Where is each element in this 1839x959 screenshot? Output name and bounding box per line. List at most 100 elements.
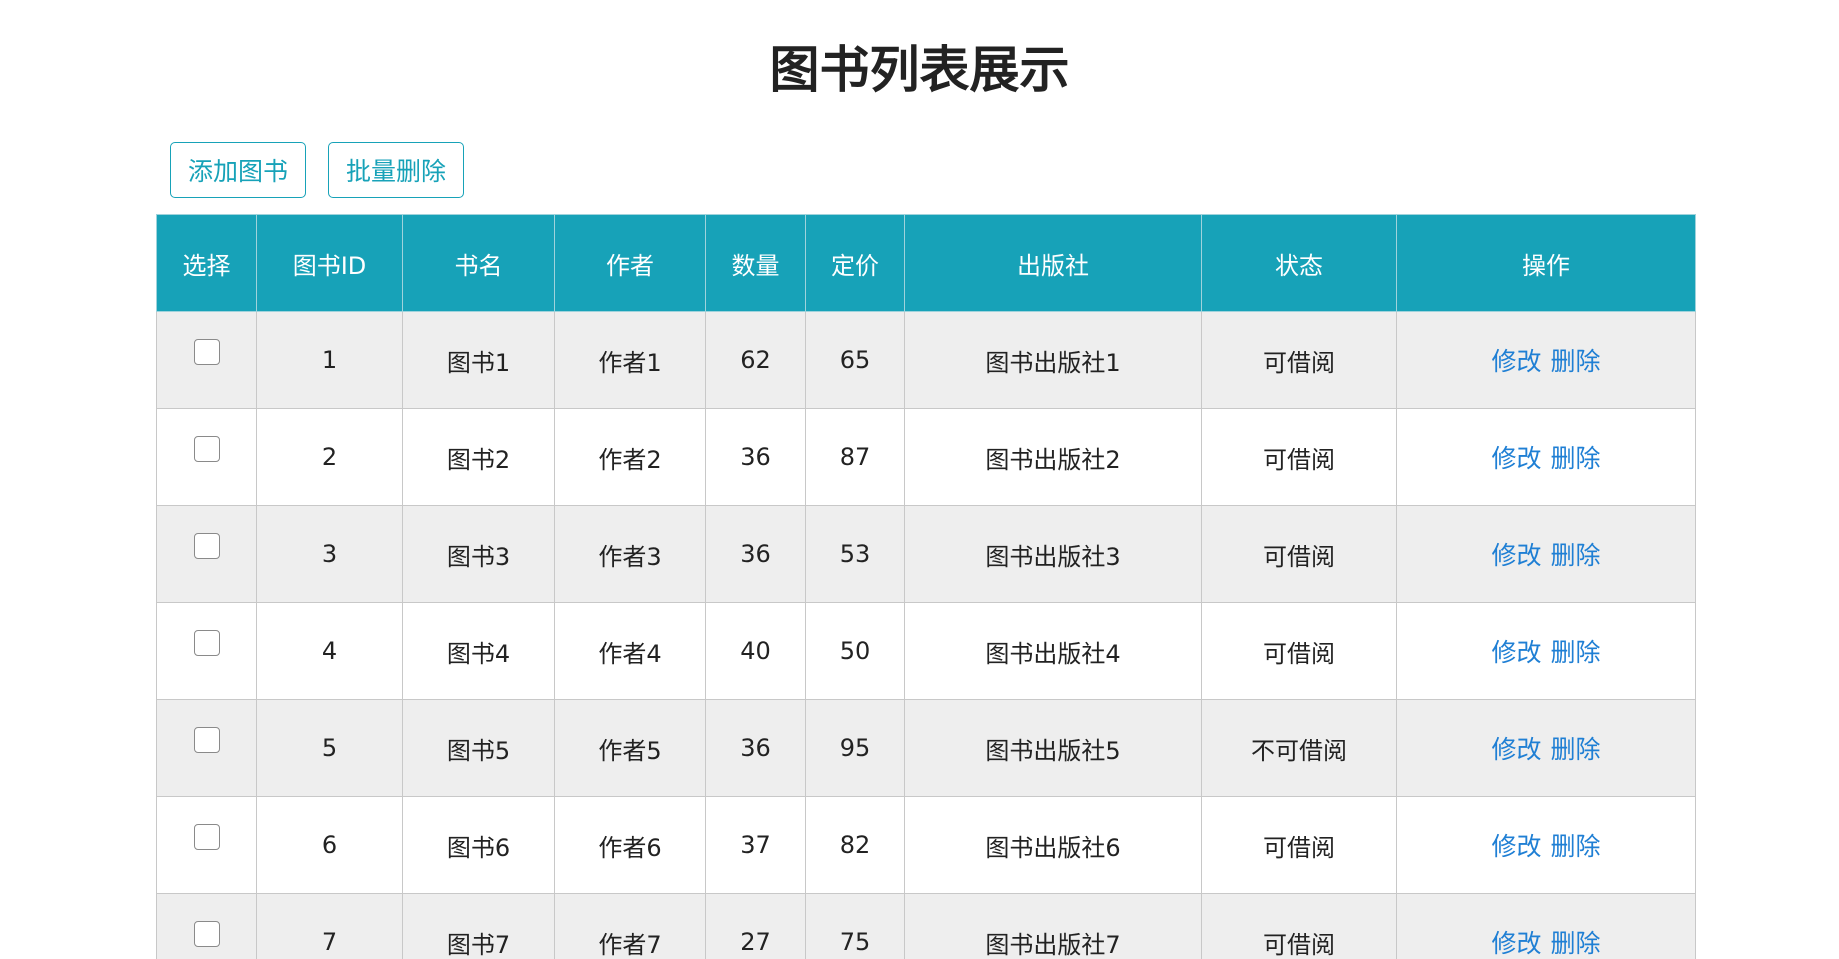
delete-link[interactable]: 删除 xyxy=(1551,638,1601,667)
row-checkbox[interactable] xyxy=(193,727,220,753)
cell-actions: 修改 删除 xyxy=(1396,796,1696,894)
table-row: 3 图书3 作者3 36 53 图书出版社3 可借阅 修改 删除 xyxy=(156,505,1696,603)
header-status: 状态 xyxy=(1201,214,1397,312)
header-book-name: 书名 xyxy=(402,214,555,312)
cell-actions: 修改 删除 xyxy=(1396,699,1696,797)
cell-quantity: 27 xyxy=(705,893,806,959)
cell-book-name: 图书1 xyxy=(402,311,555,409)
header-select: 选择 xyxy=(156,214,257,312)
page: 图书列表展示 添加图书 批量删除 选择 图书ID 书名 作者 数量 定价 出版社… xyxy=(0,0,1839,959)
edit-link[interactable]: 修改 xyxy=(1491,444,1541,473)
cell-status: 可借阅 xyxy=(1201,408,1397,506)
cell-status: 可借阅 xyxy=(1201,311,1397,409)
cell-book-name: 图书3 xyxy=(402,505,555,603)
delete-link[interactable]: 删除 xyxy=(1551,444,1601,473)
delete-link[interactable]: 删除 xyxy=(1551,347,1601,376)
row-checkbox[interactable] xyxy=(193,630,220,656)
header-quantity: 数量 xyxy=(705,214,806,312)
cell-price: 50 xyxy=(805,602,905,700)
cell-actions: 修改 删除 xyxy=(1396,602,1696,700)
cell-book-name: 图书4 xyxy=(402,602,555,700)
table-row: 4 图书4 作者4 40 50 图书出版社4 可借阅 修改 删除 xyxy=(156,602,1696,700)
cell-book-id: 3 xyxy=(256,505,403,603)
row-checkbox[interactable] xyxy=(193,921,220,947)
cell-status: 可借阅 xyxy=(1201,893,1397,959)
edit-link[interactable]: 修改 xyxy=(1491,832,1541,861)
cell-author: 作者2 xyxy=(554,408,706,506)
edit-link[interactable]: 修改 xyxy=(1491,735,1541,764)
cell-quantity: 40 xyxy=(705,602,806,700)
cell-quantity: 36 xyxy=(705,505,806,603)
batch-delete-button[interactable]: 批量删除 xyxy=(328,142,465,198)
cell-select xyxy=(156,893,257,959)
cell-book-name: 图书7 xyxy=(402,893,555,959)
cell-author: 作者5 xyxy=(554,699,706,797)
table-row: 7 图书7 作者7 27 75 图书出版社7 可借阅 修改 删除 xyxy=(156,893,1696,959)
table-row: 6 图书6 作者6 37 82 图书出版社6 可借阅 修改 删除 xyxy=(156,796,1696,894)
cell-author: 作者7 xyxy=(554,893,706,959)
header-price: 定价 xyxy=(805,214,905,312)
delete-link[interactable]: 删除 xyxy=(1551,735,1601,764)
cell-select xyxy=(156,699,257,797)
cell-publisher: 图书出版社1 xyxy=(904,311,1202,409)
cell-author: 作者3 xyxy=(554,505,706,603)
cell-select xyxy=(156,311,257,409)
cell-actions: 修改 删除 xyxy=(1396,311,1696,409)
cell-quantity: 62 xyxy=(705,311,806,409)
table-row: 1 图书1 作者1 62 65 图书出版社1 可借阅 修改 删除 xyxy=(156,311,1696,409)
table-body: 1 图书1 作者1 62 65 图书出版社1 可借阅 修改 删除 2 图书2 作者2 36 87 图书出版社… xyxy=(156,311,1696,959)
cell-book-id: 1 xyxy=(256,311,403,409)
cell-book-id: 7 xyxy=(256,893,403,959)
row-checkbox[interactable] xyxy=(193,339,220,365)
delete-link[interactable]: 删除 xyxy=(1551,541,1601,570)
cell-publisher: 图书出版社4 xyxy=(904,602,1202,700)
cell-price: 65 xyxy=(805,311,905,409)
cell-quantity: 37 xyxy=(705,796,806,894)
book-table: 选择 图书ID 书名 作者 数量 定价 出版社 状态 操作 1 图书1 作者1 62 6… xyxy=(156,214,1696,959)
header-actions: 操作 xyxy=(1396,214,1696,312)
cell-select xyxy=(156,796,257,894)
header-publisher: 出版社 xyxy=(904,214,1202,312)
cell-publisher: 图书出版社6 xyxy=(904,796,1202,894)
cell-select xyxy=(156,602,257,700)
cell-price: 75 xyxy=(805,893,905,959)
row-checkbox[interactable] xyxy=(193,436,220,462)
page-title: 图书列表展示 xyxy=(769,41,1070,99)
cell-quantity: 36 xyxy=(705,408,806,506)
add-book-button[interactable]: 添加图书 xyxy=(170,142,307,198)
cell-book-id: 5 xyxy=(256,699,403,797)
cell-book-name: 图书6 xyxy=(402,796,555,894)
cell-select xyxy=(156,408,257,506)
cell-status: 可借阅 xyxy=(1201,796,1397,894)
edit-link[interactable]: 修改 xyxy=(1491,347,1541,376)
edit-link[interactable]: 修改 xyxy=(1491,638,1541,667)
cell-actions: 修改 删除 xyxy=(1396,893,1696,959)
cell-publisher: 图书出版社3 xyxy=(904,505,1202,603)
row-checkbox[interactable] xyxy=(193,533,220,559)
cell-publisher: 图书出版社2 xyxy=(904,408,1202,506)
row-checkbox[interactable] xyxy=(193,824,220,850)
toolbar: 添加图书 批量删除 xyxy=(170,142,465,198)
cell-book-name: 图书5 xyxy=(402,699,555,797)
cell-publisher: 图书出版社7 xyxy=(904,893,1202,959)
table-row: 2 图书2 作者2 36 87 图书出版社2 可借阅 修改 删除 xyxy=(156,408,1696,506)
header-book-id: 图书ID xyxy=(256,214,403,312)
edit-link[interactable]: 修改 xyxy=(1491,541,1541,570)
cell-author: 作者4 xyxy=(554,602,706,700)
cell-actions: 修改 删除 xyxy=(1396,408,1696,506)
cell-actions: 修改 删除 xyxy=(1396,505,1696,603)
cell-select xyxy=(156,505,257,603)
header-author: 作者 xyxy=(554,214,706,312)
cell-book-name: 图书2 xyxy=(402,408,555,506)
cell-status: 不可借阅 xyxy=(1201,699,1397,797)
cell-book-id: 4 xyxy=(256,602,403,700)
cell-book-id: 2 xyxy=(256,408,403,506)
cell-author: 作者6 xyxy=(554,796,706,894)
delete-link[interactable]: 删除 xyxy=(1551,832,1601,861)
table-header: 选择 图书ID 书名 作者 数量 定价 出版社 状态 操作 xyxy=(156,214,1696,312)
cell-quantity: 36 xyxy=(705,699,806,797)
cell-status: 可借阅 xyxy=(1201,505,1397,603)
book-table-container: 选择 图书ID 书名 作者 数量 定价 出版社 状态 操作 1 图书1 作者1 62 6… xyxy=(156,214,1696,959)
edit-link[interactable]: 修改 xyxy=(1491,929,1541,958)
delete-link[interactable]: 删除 xyxy=(1551,929,1601,958)
